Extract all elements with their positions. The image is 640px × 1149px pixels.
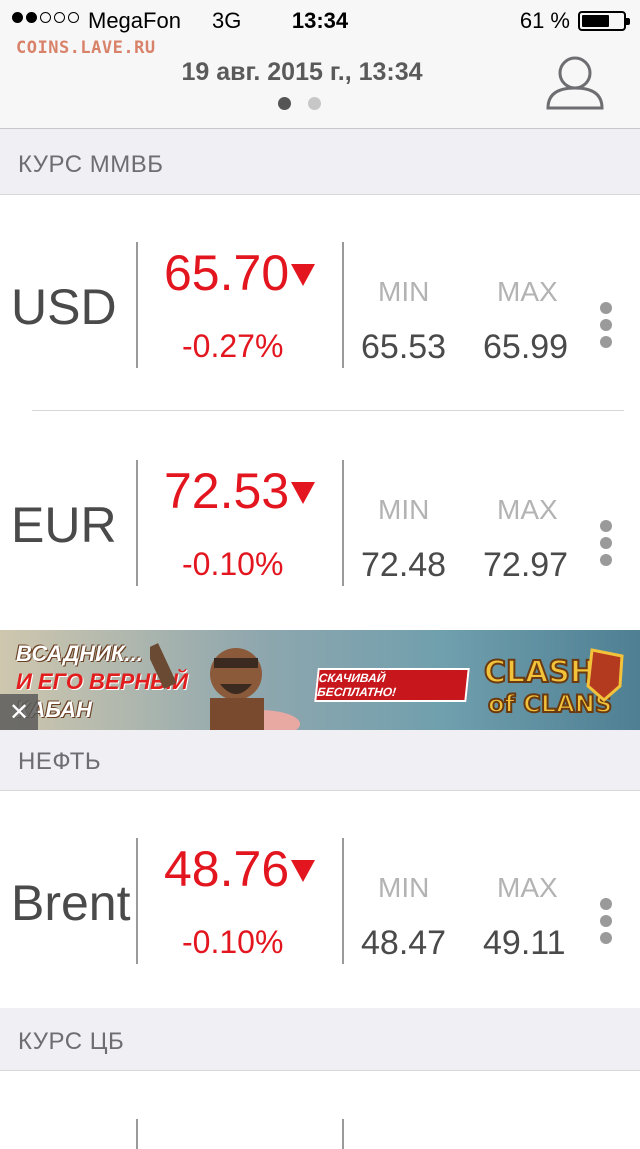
watermark: COINS.LAVE.RU <box>16 38 156 58</box>
divider <box>342 838 344 964</box>
currency-code: EUR <box>11 497 117 553</box>
section-title: КУРС ЦБ <box>18 1028 125 1055</box>
ad-banner[interactable]: ВСАДНИК... И ЕГО ВЕРНЫЙ КАБАН СКАЧИВАЙ Б… <box>0 630 640 730</box>
more-options-icon[interactable] <box>600 520 612 571</box>
min-label: MIN <box>378 494 430 525</box>
min-label: MIN <box>378 276 430 307</box>
rate-price: 65.70 <box>164 248 316 298</box>
ad-character-image <box>150 643 300 730</box>
row-divider <box>32 410 624 411</box>
ad-download-button[interactable]: СКАЧИВАЙ БЕСПЛАТНО! <box>314 668 470 702</box>
divider <box>342 242 344 368</box>
currency-code: USD <box>11 279 117 335</box>
rate-price: 48.76 <box>164 844 316 894</box>
status-bar: MegaFon 3G 13:34 61 % <box>0 0 640 40</box>
divider <box>342 1119 344 1149</box>
svg-text:CLASH: CLASH <box>484 655 595 690</box>
section-header-cb: КУРС ЦБ <box>0 1008 640 1071</box>
battery-icon <box>578 11 630 31</box>
section-title: НЕФТЬ <box>18 748 102 775</box>
max-value: 72.97 <box>483 546 569 584</box>
max-value: 65.99 <box>483 328 569 366</box>
trend-down-icon <box>291 482 316 504</box>
more-options-icon[interactable] <box>600 302 612 353</box>
rate-row-usd[interactable]: USD 65.70 -0.27% MIN MAX 65.53 65.99 <box>0 220 640 376</box>
min-label: MIN <box>378 872 430 903</box>
clash-of-clans-logo: CLASH of CLANS <box>483 648 624 719</box>
rate-price: 72.53 <box>164 466 316 516</box>
divider <box>342 460 344 586</box>
rate-row-eur[interactable]: EUR 72.53 -0.10% MIN MAX 72.48 72.97 <box>0 438 640 594</box>
rate-row-brent[interactable]: Brent 48.76 -0.10% MIN MAX 48.47 49.11 <box>0 816 640 972</box>
divider <box>136 242 138 368</box>
rate-change: -0.10% <box>182 546 284 582</box>
rate-change: -0.10% <box>182 924 284 960</box>
more-options-icon[interactable] <box>600 898 612 949</box>
rate-row-cb-partial <box>0 1071 640 1149</box>
trend-down-icon <box>291 264 316 286</box>
page-dot-2[interactable] <box>308 97 321 110</box>
max-label: MAX <box>497 872 558 903</box>
divider <box>136 838 138 964</box>
max-label: MAX <box>497 494 558 525</box>
close-icon[interactable]: ✕ <box>0 694 38 730</box>
svg-text:of CLANS: of CLANS <box>488 690 612 718</box>
section-header-mmvb: КУРС ММВБ <box>0 129 640 195</box>
page-dot-1[interactable] <box>278 97 291 110</box>
min-value: 65.53 <box>361 328 447 366</box>
max-value: 49.11 <box>483 924 566 962</box>
min-value: 48.47 <box>361 924 447 962</box>
rate-change: -0.27% <box>182 328 284 364</box>
user-icon[interactable] <box>544 54 606 112</box>
trend-down-icon <box>291 860 316 882</box>
page-title-date: 19 авг. 2015 г., 13:34 <box>181 58 423 86</box>
currency-code: Brent <box>11 875 131 931</box>
divider <box>136 460 138 586</box>
page-indicator[interactable] <box>278 97 321 110</box>
section-title: КУРС ММВБ <box>18 151 164 178</box>
min-value: 72.48 <box>361 546 447 584</box>
max-label: MAX <box>497 276 558 307</box>
section-header-oil: НЕФТЬ <box>0 730 640 791</box>
divider <box>136 1119 138 1149</box>
battery-percent: 61 % <box>519 8 570 33</box>
